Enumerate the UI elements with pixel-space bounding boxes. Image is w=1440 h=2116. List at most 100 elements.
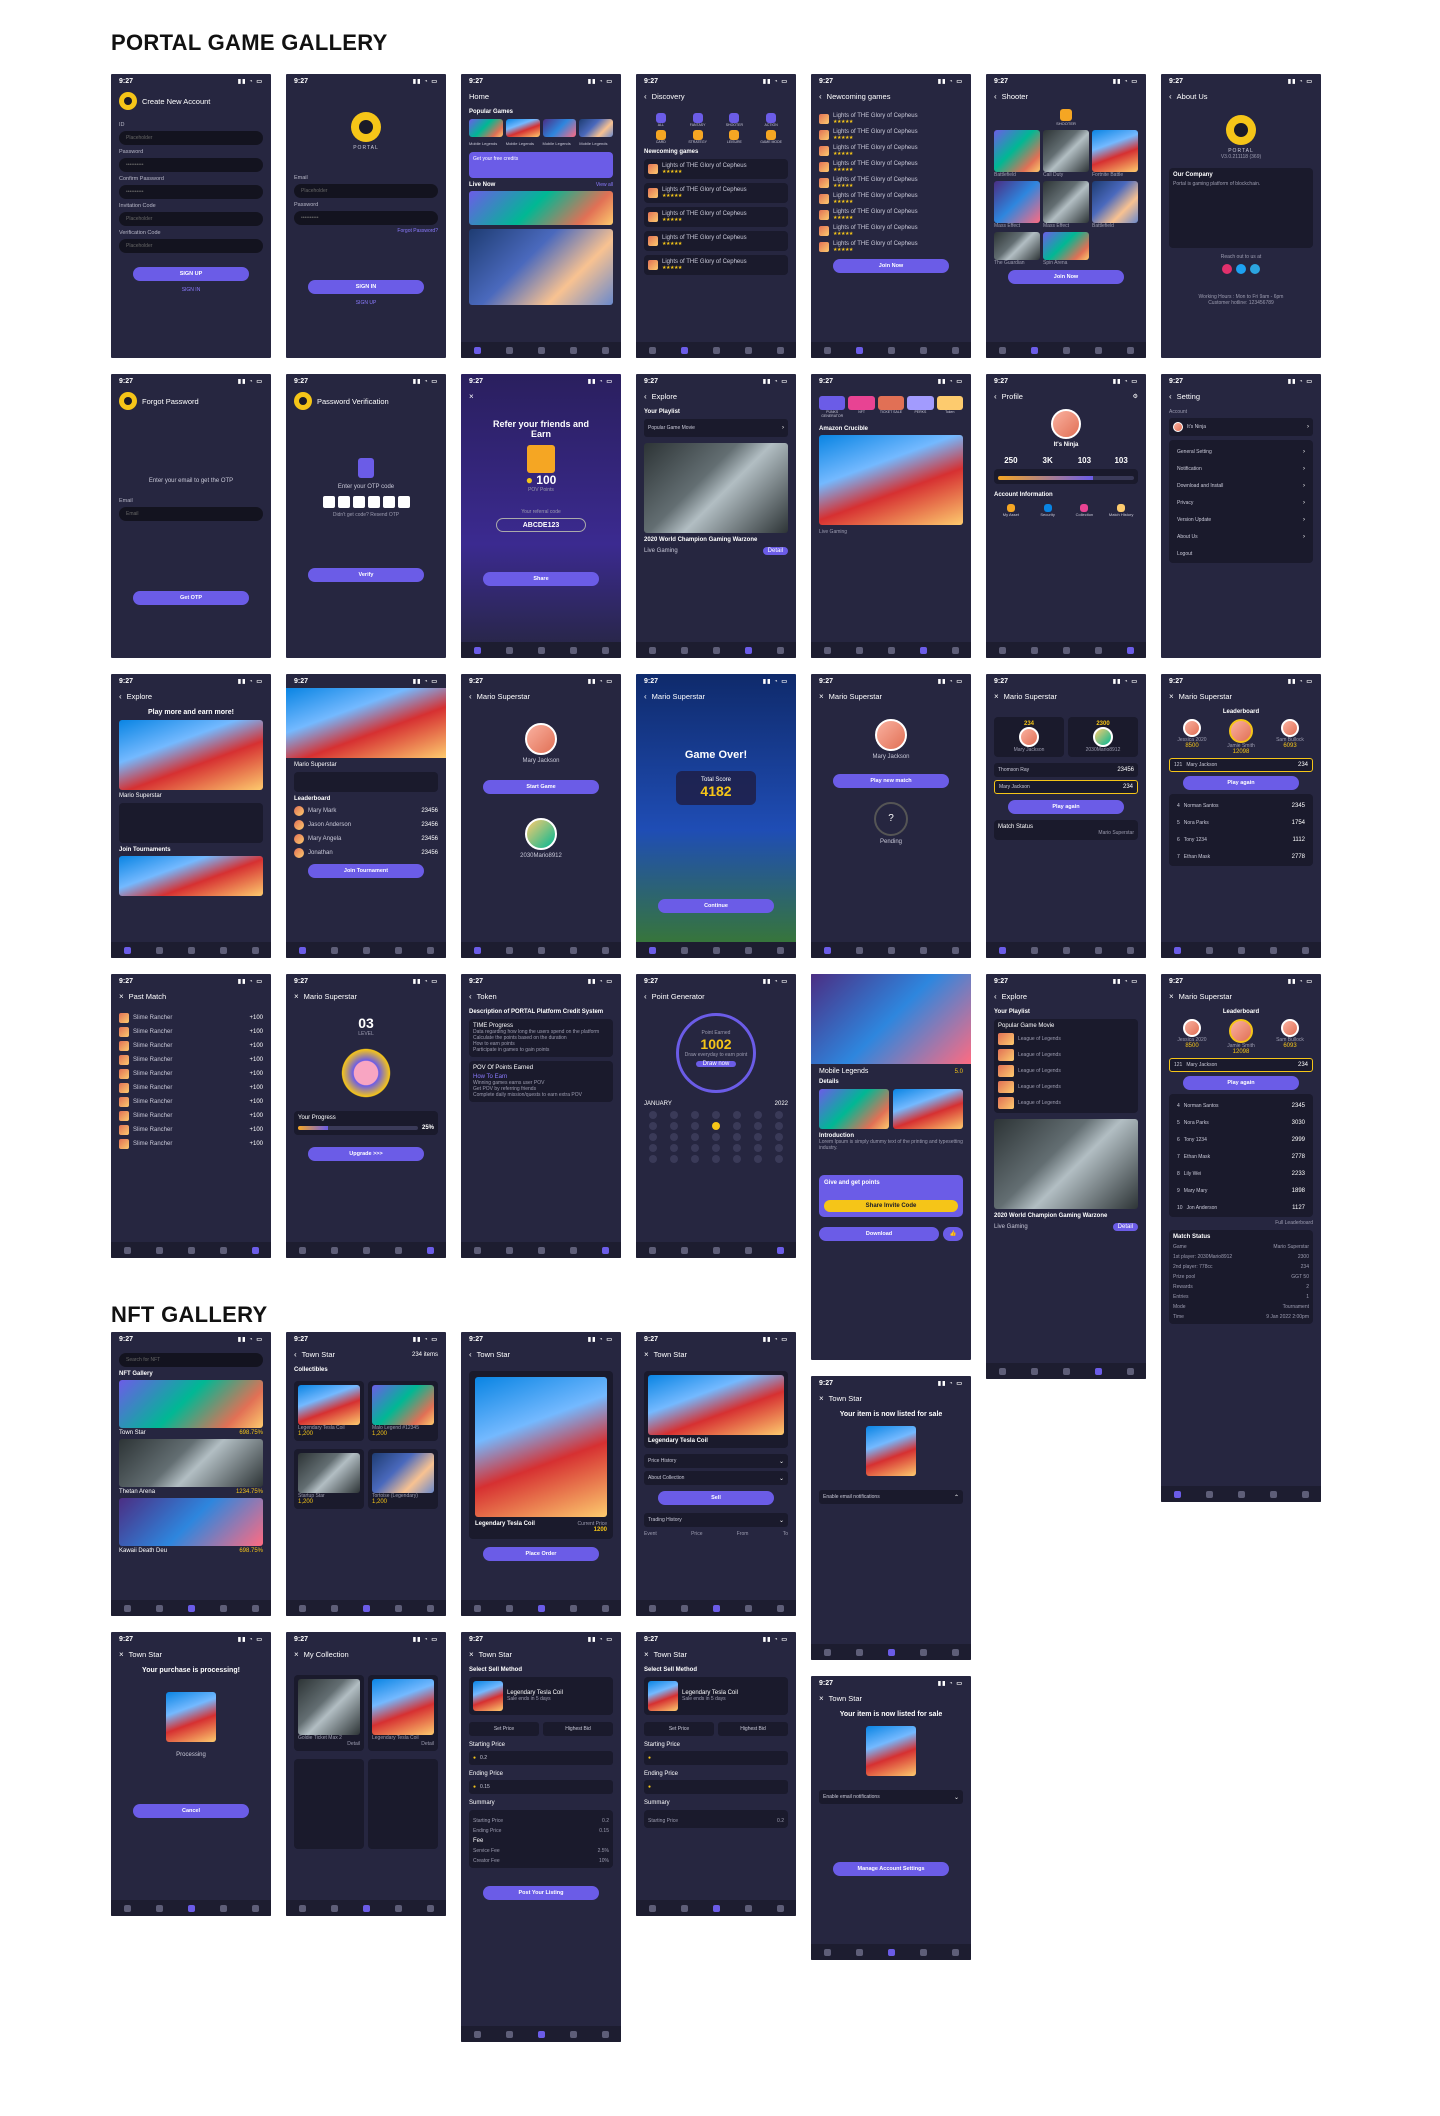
tab-bar [461,342,621,358]
past-match-row[interactable]: Slime Rancher +100 [119,1111,263,1121]
share-invite-button[interactable]: Share Invite Code [824,1200,958,1212]
game-thumb[interactable] [469,119,503,137]
featured-image[interactable] [819,435,963,525]
screen-leaderboard-full: 9:27 ▮▮ ◔ ▭ × Mario Superstar Leaderboard … [1161,974,1321,1502]
verify-button[interactable]: Verify [308,568,424,582]
place-order-button[interactable]: Place Order [483,1547,599,1561]
highest-bid-option[interactable]: Highest Bid [543,1722,613,1736]
past-match-row[interactable]: Slime Rancher +100 [119,1139,263,1149]
menu-notification[interactable]: Notification › [1173,462,1309,476]
leaderboard-row: 10 Jon Anderson 1127 [1177,1205,1305,1211]
invitation-code-field[interactable]: Placeholder [119,212,263,226]
menu-download[interactable]: Download and Install › [1173,479,1309,493]
about-collection-dropdown[interactable]: About Collection ⌄ [644,1471,788,1485]
join-tournament-button[interactable]: Join Tournament [308,864,424,878]
set-price-option[interactable]: Set Price [469,1722,539,1736]
starting-price-input[interactable]: ● 0.2 [469,1751,613,1765]
section-title-nft: NFT GALLERY [111,1302,268,1327]
detail-button[interactable]: Detail [372,1741,434,1747]
email-notifications-toggle[interactable]: Enable email notifications ⌄ [819,1790,963,1804]
play-new-match-button[interactable]: Play new match [833,774,949,788]
view-all-link[interactable]: View all [596,182,613,188]
menu-version[interactable]: Version Update › [1173,513,1309,527]
match-status-row: 2nd player: 778cc 234 [1173,1264,1309,1270]
past-match-row[interactable]: Slime Rancher +100 [119,1125,263,1135]
menu-logout[interactable]: Logout [1173,547,1309,561]
document-lock-icon [358,458,374,478]
get-otp-button[interactable]: Get OTP [133,591,249,605]
post-listing-button[interactable]: Post Your Listing [483,1886,599,1900]
screen-create-account: 9:27 ▮▮ ◔ ▭ Create New Account ID Placehol… [111,74,271,358]
menu-privacy[interactable]: Privacy › [1173,496,1309,510]
screen-setting: 9:27 ▮▮ ◔ ▭ ‹ Setting Account It's Ninja › … [1161,374,1321,658]
screen-my-collection: 9:27 ▮▮ ◔ ▭ × My Collection Goldie Ticket … [286,1632,446,1916]
sell-button[interactable]: Sell [658,1491,774,1505]
credits-banner[interactable]: Get your free credits [469,152,613,178]
manage-account-button[interactable]: Manage Account Settings [833,1862,949,1876]
like-icon[interactable]: 👍 [943,1227,963,1241]
otp-input[interactable] [294,496,438,508]
leaderboard-row: 8 Lily Wei 2233 [1177,1171,1305,1177]
gear-icon[interactable]: ⚙ [1133,393,1138,400]
detail-button[interactable]: Detail [762,547,788,555]
live-stream[interactable] [469,191,613,225]
game-banner[interactable] [119,720,263,790]
join-now-button[interactable]: Join Now [833,259,949,273]
play-again-button[interactable]: Play again [1183,1076,1299,1090]
screen-login: 9:27 ▮▮ ◔ ▭ PORTAL Email Placeholder Passw… [286,74,446,358]
past-match-row[interactable]: Slime Rancher +100 [119,1013,263,1023]
search-input[interactable]: Search for NFT [119,1353,263,1367]
past-match-row[interactable]: Slime Rancher +100 [119,1097,263,1107]
password-field[interactable]: •••••••••• [294,211,438,225]
match-status-row: Game Mario Superstar [1173,1244,1309,1250]
past-match-row[interactable]: Slime Rancher +100 [119,1027,263,1037]
live-stream[interactable] [469,229,613,305]
email-field[interactable]: Placeholder [294,184,438,198]
continue-button[interactable]: Continue [658,899,774,913]
confirm-password-field[interactable]: •••••••••• [119,185,263,199]
gift-icon [527,445,555,473]
telegram-icon[interactable] [1250,264,1260,274]
past-match-row[interactable]: Slime Rancher +100 [119,1083,263,1093]
game-thumb[interactable] [579,119,613,137]
leaderboard-row: 9 Mary Mary 1898 [1177,1188,1305,1194]
game-thumb[interactable] [542,119,577,137]
past-match-row[interactable]: Slime Rancher +100 [119,1069,263,1079]
avatar[interactable] [1051,409,1081,439]
start-game-button[interactable]: Start Game [483,780,599,794]
game-thumb[interactable] [505,119,540,137]
menu-general[interactable]: General Setting › [1173,445,1309,459]
sign-in-button[interactable]: SIGN IN [308,280,424,294]
cancel-button[interactable]: Cancel [133,1804,249,1818]
detail-button[interactable]: Detail [1112,1223,1138,1231]
detail-button[interactable]: Detail [298,1741,360,1747]
past-match-row[interactable]: Slime Rancher +100 [119,1055,263,1065]
sign-up-button[interactable]: SIGN UP [133,267,249,281]
id-field[interactable]: Placeholder [119,131,263,145]
email-field[interactable]: Email [119,507,263,521]
menu-about[interactable]: About Us › [1173,530,1309,544]
share-button[interactable]: Share [483,572,599,586]
video-player[interactable] [644,443,788,533]
screen-match-result: 9:27 ▮▮ ◔ ▭ × Mario Superstar 234 Mary Jack… [986,674,1146,958]
price-history-dropdown[interactable]: Price History ⌄ [644,1454,788,1468]
past-match-row[interactable]: Slime Rancher +100 [119,1041,263,1051]
screen-nft-detail: 9:27 ▮▮ ◔ ▭ ‹ Town Star Legendary Tesla Co… [461,1332,621,1616]
screen-sell-method-b: 9:27 ▮▮ ◔ ▭ × Town Star Select Sell Method… [636,1632,796,1916]
download-button[interactable]: Download [819,1227,939,1241]
ending-price-input[interactable]: ● 0.15 [469,1780,613,1794]
email-notifications-toggle[interactable]: Enable email notifications ⌃ [819,1490,963,1504]
draw-now-button[interactable]: Draw now [696,1061,736,1067]
match-status-row: Rewards 2 [1173,1284,1309,1290]
sign-up-link[interactable]: SIGN UP [294,300,438,306]
screen-past-match: 9:27 ▮▮ ◔ ▭ × Past Match Slime Rancher +100… [111,974,271,1258]
verification-code-field[interactable]: Placeholder [119,239,263,253]
play-again-button[interactable]: Play again [1008,800,1124,814]
instagram-icon[interactable] [1222,264,1232,274]
play-again-button[interactable]: Play again [1183,776,1299,790]
sign-in-link[interactable]: SIGN IN [119,287,263,293]
join-now-button[interactable]: Join Now [1008,270,1124,284]
twitter-icon[interactable] [1236,264,1246,274]
password-field[interactable]: •••••••••• [119,158,263,172]
upgrade-button[interactable]: Upgrade >>> [308,1147,424,1161]
